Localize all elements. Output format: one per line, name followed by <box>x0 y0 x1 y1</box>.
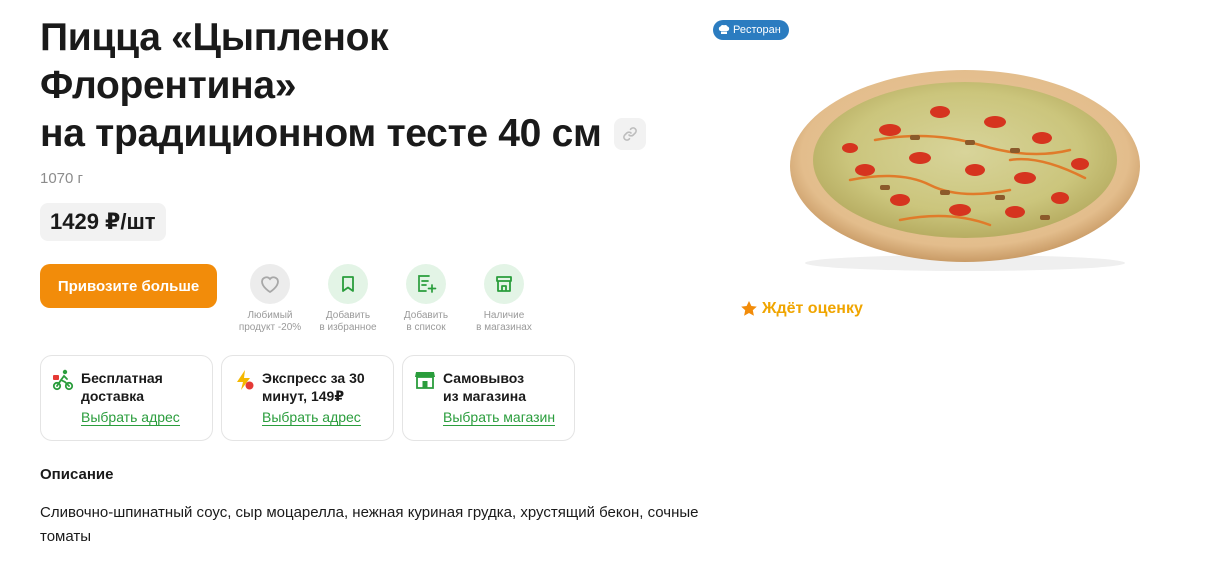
courier-icon <box>52 369 74 391</box>
action-bar: Привозите больше Любимый продукт -20% До… <box>40 264 543 334</box>
choose-address-link[interactable]: Выбрать адрес <box>81 409 180 426</box>
favorite-label: Любимый продукт -20% <box>239 310 301 334</box>
add-to-list-action[interactable]: Добавить в список <box>387 264 465 334</box>
description-heading: Описание <box>40 466 114 483</box>
favorite-label-line2: продукт -20% <box>238 322 302 333</box>
store-availability-action[interactable]: Наличие в магазинах <box>465 264 543 334</box>
store-icon <box>415 372 435 389</box>
stores-label-line2: в магазинах <box>476 322 532 333</box>
lightning-icon <box>237 370 254 390</box>
delivery-card-express[interactable]: Экспресс за 30 минут, 149₽ Выбрать адрес <box>221 355 394 441</box>
bookmark-label: Добавить в избранное <box>319 310 376 334</box>
bookmark-action[interactable]: Добавить в избранное <box>309 264 387 334</box>
express-card-title: Экспресс за 30 минут, 149₽ <box>262 369 383 405</box>
title-line-3-row: на традиционном тесте 40 см <box>40 110 700 158</box>
delivery-card-free[interactable]: Бесплатная доставка Выбрать адрес <box>40 355 213 441</box>
title-line-1: Пицца «Цыпленок <box>40 16 389 59</box>
delivery-options: Бесплатная доставка Выбрать адрес Экспре… <box>40 355 575 441</box>
rating-text: Ждёт оценку <box>762 300 863 317</box>
favorite-product-action[interactable]: Любимый продукт -20% <box>231 264 309 334</box>
restaurant-badge: Ресторан <box>713 20 789 40</box>
list-label-line1: Добавить <box>403 310 449 321</box>
pickup-title-line2: из магазина <box>443 388 527 404</box>
stores-label: Наличие в магазинах <box>476 310 532 334</box>
buy-more-button[interactable]: Привозите больше <box>40 264 217 308</box>
express-title-line2: минут, 149₽ <box>262 388 345 404</box>
delivery-card-title: Бесплатная доставка <box>81 369 202 405</box>
link-icon <box>622 127 637 141</box>
express-title-line1: Экспресс за 30 <box>262 370 365 386</box>
rating-status[interactable]: Ждёт оценку <box>740 300 863 318</box>
delivery-title-line1: Бесплатная <box>81 370 163 386</box>
heart-icon <box>250 264 290 304</box>
favorite-label-line1: Любимый <box>247 310 293 321</box>
product-price: 1429 ₽/шт <box>40 203 166 241</box>
pickup-card-title: Самовывоз из магазина <box>443 369 564 405</box>
badge-label: Ресторан <box>733 24 781 36</box>
page-title: Пицца «Цыпленок Флорентина» на традицион… <box>40 14 700 158</box>
list-label: Добавить в список <box>404 310 448 334</box>
chef-hat-icon <box>718 24 730 34</box>
list-add-icon <box>406 264 446 304</box>
bookmark-label-line2: в избранное <box>319 322 377 333</box>
delivery-title-line2: доставка <box>81 388 145 404</box>
choose-store-link[interactable]: Выбрать магазин <box>443 409 556 426</box>
list-label-line2: в список <box>406 322 446 333</box>
star-icon <box>741 301 757 316</box>
title-line-3: на традиционном тесте 40 см <box>40 112 602 155</box>
copy-link-button[interactable] <box>613 118 646 150</box>
choose-address-link-express[interactable]: Выбрать адрес <box>262 409 361 426</box>
description-text: Сливочно-шпинатный соус, сыр моцарелла, … <box>40 504 699 545</box>
product-header: Пицца «Цыпленок Флорентина» на традицион… <box>40 14 700 241</box>
shop-icon <box>484 264 524 304</box>
pickup-title-line1: Самовывоз <box>443 370 525 386</box>
title-line-2: Флорентина» <box>40 64 297 107</box>
stores-label-line1: Наличие <box>483 310 525 321</box>
bookmark-label-line1: Добавить <box>325 310 371 321</box>
bookmark-icon <box>328 264 368 304</box>
delivery-card-pickup[interactable]: Самовывоз из магазина Выбрать магазин <box>402 355 575 441</box>
pizza-image <box>790 70 1140 271</box>
product-weight: 1070 г <box>40 170 84 187</box>
